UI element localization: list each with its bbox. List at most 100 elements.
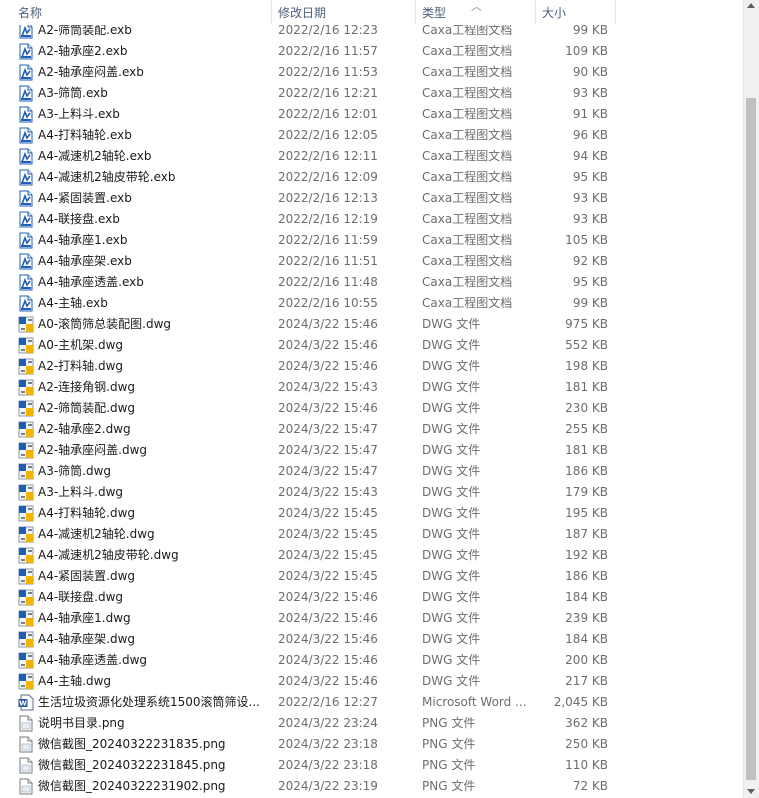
file-date: 2024/3/22 15:46 (278, 590, 378, 604)
file-row[interactable]: A3-上料斗.exb 2022/2/16 12:01 Caxa工程图文档 91 KB (0, 104, 743, 125)
file-type: DWG 文件 (422, 674, 481, 688)
file-name: A4-减速机2轴轮.dwg (38, 527, 155, 541)
file-row[interactable]: A4-紧固装置.exb 2022/2/16 12:13 Caxa工程图文档 93 KB (0, 188, 743, 209)
file-name: A4-主轴.dwg (38, 674, 112, 688)
file-size: 184 KB (565, 590, 608, 604)
file-type: DWG 文件 (422, 359, 481, 373)
svg-text:W: W (19, 700, 27, 708)
file-row[interactable]: A4-联接盘.dwg 2024/3/22 15:46 DWG 文件 184 KB (0, 587, 743, 608)
column-header-size[interactable]: 大小 (536, 0, 614, 25)
column-header-bar: 名称 修改日期 类型 ︿ 大小 (0, 0, 743, 25)
file-row[interactable]: A4-主轴.dwg 2024/3/22 15:46 DWG 文件 217 KB (0, 671, 743, 692)
file-name: 微信截图_20240322231902.png (38, 779, 226, 793)
file-row[interactable]: A3-筛筒.dwg 2024/3/22 15:47 DWG 文件 186 KB (0, 461, 743, 482)
file-row[interactable]: A4-打料轴轮.dwg 2024/3/22 15:45 DWG 文件 195 KB (0, 503, 743, 524)
file-row[interactable]: A0-滚筒筛总装配图.dwg 2024/3/22 15:46 DWG 文件 975 K… (0, 314, 743, 335)
file-size: 250 KB (565, 737, 608, 751)
file-type: DWG 文件 (422, 632, 481, 646)
file-size: 95 KB (572, 170, 608, 184)
file-row[interactable]: A3-筛筒.exb 2022/2/16 12:21 Caxa工程图文档 93 KB (0, 83, 743, 104)
file-size: 93 KB (572, 86, 608, 100)
file-size: 110 KB (565, 758, 608, 772)
file-date: 2024/3/22 23:18 (278, 758, 378, 772)
file-row[interactable]: A0-主机架.dwg 2024/3/22 15:46 DWG 文件 552 KB (0, 335, 743, 356)
file-row[interactable]: A3-上料斗.dwg 2024/3/22 15:43 DWG 文件 179 KB (0, 482, 743, 503)
file-name: A4-打料轴轮.exb (38, 128, 132, 142)
file-row[interactable]: 说明书目录.png 2024/3/22 23:24 PNG 文件 362 KB (0, 713, 743, 734)
dwg-icon (18, 400, 34, 417)
file-row[interactable]: A4-轴承座透盖.dwg 2024/3/22 15:46 DWG 文件 200 KB (0, 650, 743, 671)
file-row[interactable]: A4-轴承座架.dwg 2024/3/22 15:46 DWG 文件 184 KB (0, 629, 743, 650)
dwg-icon (18, 337, 34, 354)
file-size: 239 KB (565, 611, 608, 625)
file-type: Caxa工程图文档 (422, 65, 513, 79)
file-row[interactable]: A4-轴承座架.exb 2022/2/16 11:51 Caxa工程图文档 92 KB (0, 251, 743, 272)
file-date: 2024/3/22 15:45 (278, 506, 378, 520)
dwg-icon (18, 484, 34, 501)
file-date: 2022/2/16 12:11 (278, 149, 378, 163)
file-date: 2024/3/22 15:47 (278, 443, 378, 457)
file-row[interactable]: A4-联接盘.exb 2022/2/16 12:19 Caxa工程图文档 93 KB (0, 209, 743, 230)
file-row[interactable]: A2-轴承座2.exb 2022/2/16 11:57 Caxa工程图文档 109 K… (0, 41, 743, 62)
file-type: DWG 文件 (422, 569, 481, 583)
file-name: A2-连接角钢.dwg (38, 380, 136, 394)
file-row[interactable]: A4-减速机2轴皮带轮.exb 2022/2/16 12:09 Caxa工程图文档 9… (0, 167, 743, 188)
file-type: PNG 文件 (422, 758, 476, 772)
file-row[interactable]: A4-紧固装置.dwg 2024/3/22 15:45 DWG 文件 186 KB (0, 566, 743, 587)
file-date: 2022/2/16 12:01 (278, 107, 378, 121)
file-name: A2-轴承座2.exb (38, 44, 128, 58)
exb-icon (18, 274, 34, 291)
file-row[interactable]: A4-减速机2轴轮.dwg 2024/3/22 15:45 DWG 文件 187 KB (0, 524, 743, 545)
file-size: 93 KB (572, 191, 608, 205)
file-row[interactable]: A4-打料轴轮.exb 2022/2/16 12:05 Caxa工程图文档 96 KB (0, 125, 743, 146)
exb-icon (18, 232, 34, 249)
file-size: 255 KB (565, 422, 608, 436)
dwg-icon (18, 610, 34, 627)
file-row[interactable]: A4-轴承座1.dwg 2024/3/22 15:46 DWG 文件 239 KB (0, 608, 743, 629)
file-size: 186 KB (565, 569, 608, 583)
file-row[interactable]: A4-减速机2轴皮带轮.dwg 2024/3/22 15:45 DWG 文件 192 … (0, 545, 743, 566)
file-date: 2022/2/16 12:21 (278, 86, 378, 100)
file-row[interactable]: 微信截图_20240322231902.png 2024/3/22 23:19 PN… (0, 776, 743, 797)
file-row[interactable]: 微信截图_20240322231835.png 2024/3/22 23:18 PN… (0, 734, 743, 755)
column-divider[interactable] (615, 0, 616, 25)
file-type: Caxa工程图文档 (422, 44, 513, 58)
exb-icon (18, 190, 34, 207)
column-header-date[interactable]: 修改日期 (272, 0, 414, 25)
file-date: 2024/3/22 15:46 (278, 674, 378, 688)
file-row[interactable]: A2-轴承座2.dwg 2024/3/22 15:47 DWG 文件 255 KB (0, 419, 743, 440)
file-date: 2024/3/22 15:46 (278, 338, 378, 352)
word-icon: W (18, 694, 34, 711)
file-row[interactable]: A4-减速机2轴轮.exb 2022/2/16 12:11 Caxa工程图文档 94 … (0, 146, 743, 167)
scrollbar-thumb[interactable] (746, 98, 756, 780)
file-row[interactable]: W 生活垃圾资源化处理系统1500滚筒筛设... 2022/2/16 12:27 Mi… (0, 692, 743, 713)
file-type: Caxa工程图文档 (422, 275, 513, 289)
scroll-down-arrow-icon[interactable] (747, 789, 755, 794)
png-icon (18, 736, 34, 753)
file-name: 微信截图_20240322231835.png (38, 737, 226, 751)
exb-icon (18, 169, 34, 186)
file-name: A3-上料斗.dwg (38, 485, 124, 499)
file-row[interactable]: A4-轴承座透盖.exb 2022/2/16 11:48 Caxa工程图文档 95 K… (0, 272, 743, 293)
file-row[interactable]: A2-轴承座闷盖.dwg 2024/3/22 15:47 DWG 文件 181 KB (0, 440, 743, 461)
file-row[interactable]: 微信截图_20240322231845.png 2024/3/22 23:18 PN… (0, 755, 743, 776)
file-date: 2022/2/16 11:59 (278, 233, 378, 247)
file-row[interactable]: A2-筛筒装配.dwg 2024/3/22 15:46 DWG 文件 230 KB (0, 398, 743, 419)
scroll-up-arrow-icon[interactable] (747, 3, 755, 8)
file-list: A2-筛筒装配.exb 2022/2/16 12:23 Caxa工程图文档 99 KB… (0, 0, 743, 798)
file-type: DWG 文件 (422, 653, 481, 667)
exb-icon (18, 148, 34, 165)
file-name: A4-轴承座架.exb (38, 254, 132, 268)
column-header-name[interactable]: 名称 (12, 0, 270, 25)
file-row[interactable]: A2-轴承座闷盖.exb 2022/2/16 11:53 Caxa工程图文档 90 K… (0, 62, 743, 83)
png-icon (18, 778, 34, 795)
file-name: A4-联接盘.exb (38, 212, 120, 226)
file-row[interactable]: A4-轴承座1.exb 2022/2/16 11:59 Caxa工程图文档 105 K… (0, 230, 743, 251)
file-row[interactable]: A4-主轴.exb 2022/2/16 10:55 Caxa工程图文档 99 KB (0, 293, 743, 314)
file-row[interactable]: A2-打料轴.dwg 2024/3/22 15:46 DWG 文件 198 KB (0, 356, 743, 377)
file-row[interactable]: A2-连接角钢.dwg 2024/3/22 15:43 DWG 文件 181 KB (0, 377, 743, 398)
vertical-scrollbar[interactable] (743, 0, 759, 798)
file-name: A4-减速机2轴轮.exb (38, 149, 152, 163)
file-type: DWG 文件 (422, 317, 481, 331)
file-name: A4-轴承座1.exb (38, 233, 128, 247)
